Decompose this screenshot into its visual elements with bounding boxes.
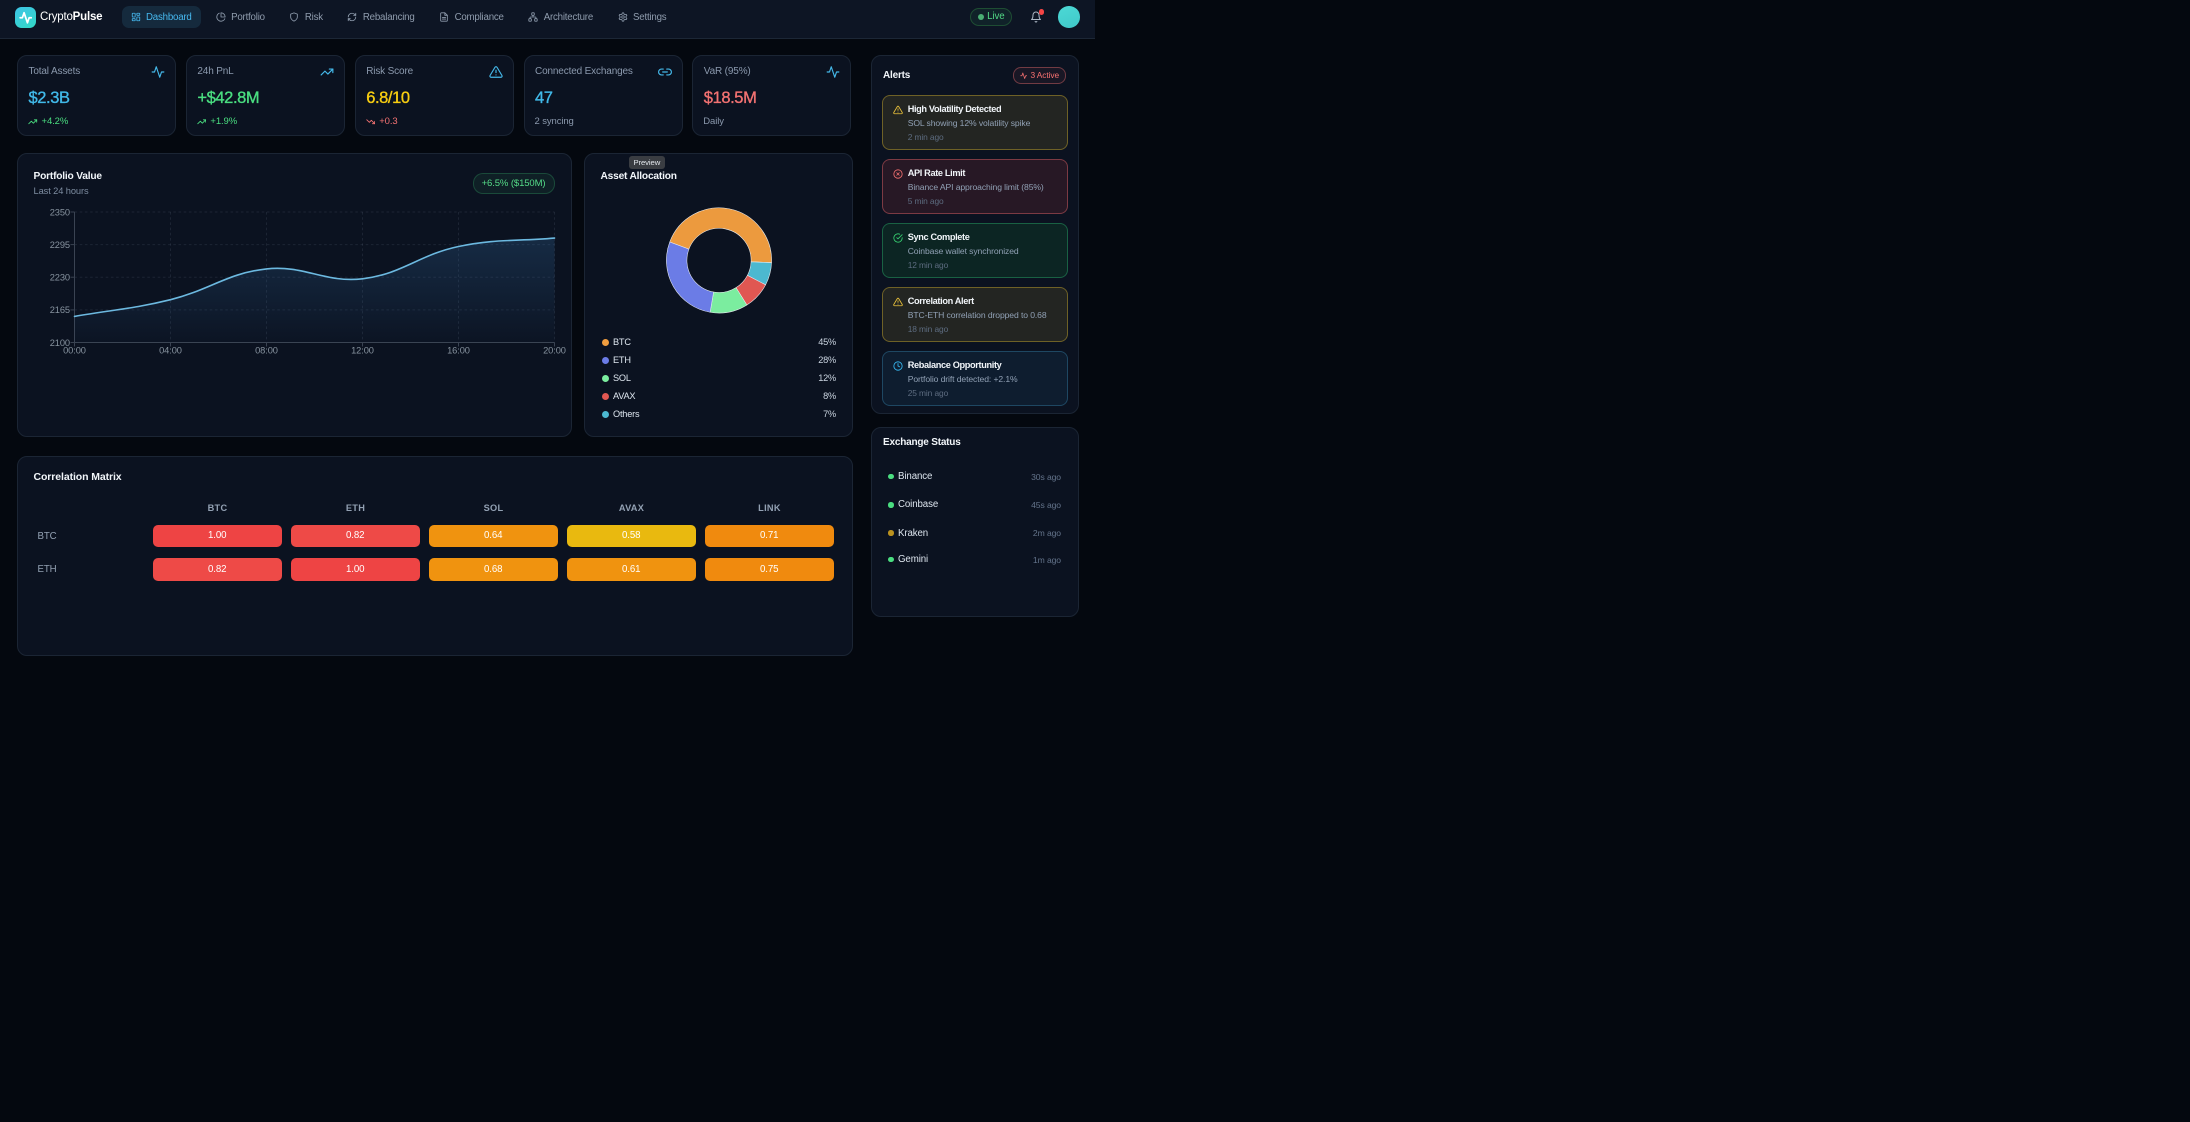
svg-text:08:00: 08:00: [255, 346, 278, 356]
svg-text:04:00: 04:00: [159, 346, 182, 356]
svg-text:20:00: 20:00: [543, 346, 566, 356]
svg-text:2165: 2165: [49, 305, 69, 315]
svg-text:12:00: 12:00: [351, 346, 374, 356]
svg-text:2295: 2295: [49, 240, 69, 250]
svg-text:2230: 2230: [49, 273, 69, 283]
svg-text:2350: 2350: [49, 207, 69, 217]
svg-text:00:00: 00:00: [63, 346, 86, 356]
svg-text:16:00: 16:00: [447, 346, 470, 356]
